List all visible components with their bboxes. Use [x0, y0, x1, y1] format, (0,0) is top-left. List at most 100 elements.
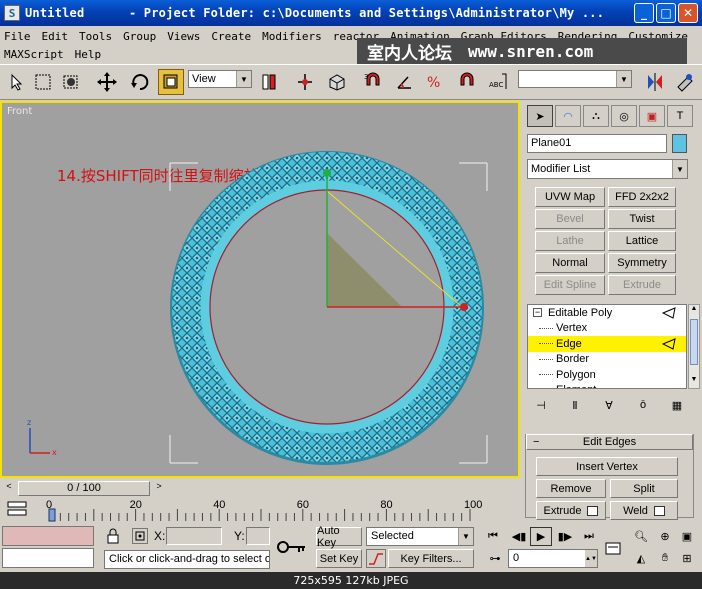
remove-modifier-button[interactable]: ō [631, 396, 655, 414]
extrude-button[interactable]: Extrude [536, 501, 606, 520]
tab-create[interactable]: ➤ [527, 105, 553, 127]
app-icon[interactable]: S [4, 5, 20, 21]
previous-frame-button[interactable]: ◀▮ [508, 527, 530, 546]
maximize-button[interactable]: □ [656, 3, 676, 23]
percent-snap-button[interactable]: % [422, 69, 448, 95]
show-end-result-button[interactable]: Ⅱ [563, 396, 587, 414]
weld-settings-icon[interactable] [653, 505, 665, 516]
snap-3d-button[interactable]: 3 [360, 69, 386, 95]
tab-motion[interactable]: ◎ [611, 105, 637, 127]
modifier-button-lathe[interactable]: Lathe [535, 231, 605, 251]
insert-vertex-button[interactable]: Insert Vertex [536, 457, 678, 476]
keyboard-shortcut-button[interactable] [324, 69, 350, 95]
pin-stack-button[interactable]: ⊣ [529, 396, 553, 414]
menu-file[interactable]: File [4, 30, 31, 43]
select-object-button[interactable] [4, 69, 30, 95]
modifier-button-ffd-2x2x2[interactable]: FFD 2x2x2 [608, 187, 676, 207]
set-key-button[interactable]: Set Key [316, 549, 362, 568]
scroll-thumb[interactable] [690, 319, 698, 365]
weld-button[interactable]: Weld [610, 501, 678, 520]
curve-editor-button[interactable] [6, 499, 28, 519]
stack-item-element[interactable]: Element [528, 383, 686, 388]
move-button[interactable] [94, 69, 120, 95]
menu-modifiers[interactable]: Modifiers [262, 30, 322, 43]
close-button[interactable]: ✕ [678, 3, 698, 23]
object-name-field[interactable]: Plane01 [527, 134, 667, 153]
collapse-icon[interactable]: − [533, 308, 542, 317]
go-to-start-button[interactable]: ⏮ [482, 527, 504, 546]
mirror-button[interactable] [642, 69, 668, 95]
configure-modifier-sets-button[interactable]: ▦ [665, 396, 689, 414]
named-selection-dropdown[interactable]: ▼ [518, 70, 632, 88]
reference-coord-dropdown[interactable]: View ▼ [188, 70, 252, 88]
tab-hierarchy[interactable]: ⛬ [583, 105, 609, 127]
menu-edit[interactable]: Edit [42, 30, 69, 43]
object-color-swatch[interactable] [672, 134, 687, 153]
modifier-stack[interactable]: − Editable Poly Vertex Edge Border Polygon E… [527, 304, 687, 389]
modifier-button-extrude[interactable]: Extrude [608, 275, 676, 295]
modifier-button-twist[interactable]: Twist [608, 209, 676, 229]
modifier-button-edit-spline[interactable]: Edit Spline [535, 275, 605, 295]
scroll-up-icon[interactable]: ▲ [689, 305, 699, 317]
extrude-settings-icon[interactable] [587, 505, 599, 516]
track-bar[interactable]: 0 20 40 60 80 100 [0, 497, 520, 524]
tab-modify[interactable]: ◠ [555, 105, 581, 127]
zoom-extents-button[interactable]: ▣ [676, 527, 698, 546]
scale-button[interactable] [158, 69, 184, 95]
scroll-down-icon[interactable]: ▼ [689, 376, 699, 388]
tab-display[interactable]: ▣ [639, 105, 665, 127]
go-to-end-button[interactable]: ⏭ [578, 527, 600, 546]
auto-key-button[interactable]: Auto Key [316, 525, 362, 549]
absolute-mode-toggle[interactable] [132, 528, 148, 544]
rotate-button[interactable] [126, 69, 152, 95]
menu-maxscript[interactable]: MAXScript [4, 48, 64, 61]
stack-item-editable-poly[interactable]: − Editable Poly [528, 305, 686, 321]
modifier-list-dropdown[interactable]: Modifier List ▼ [527, 159, 688, 179]
modifier-button-uvw-map[interactable]: UVW Map [535, 187, 605, 207]
min-max-toggle-button[interactable]: ⊞ [676, 549, 698, 568]
align-button[interactable] [672, 69, 698, 95]
field-of-view-button[interactable]: ◭ [630, 549, 652, 568]
time-slider[interactable]: 0 / 100 [18, 481, 150, 496]
set-key-mode-button[interactable] [272, 528, 312, 566]
stack-item-polygon[interactable]: Polygon [528, 367, 686, 383]
modifier-button-symmetry[interactable]: Symmetry [608, 253, 676, 273]
pivot-center-button[interactable] [256, 69, 282, 95]
key-filters-button[interactable]: Key Filters... [388, 549, 474, 568]
next-frame-button[interactable]: ▮▶ [554, 527, 576, 546]
y-coord-field[interactable] [246, 527, 270, 545]
menu-group[interactable]: Group [123, 30, 156, 43]
remove-button[interactable]: Remove [536, 479, 606, 498]
time-configuration-button[interactable] [602, 538, 624, 557]
pan-button[interactable]: ✋︎ [654, 549, 676, 568]
stack-item-border[interactable]: Border [528, 352, 686, 368]
menu-tools[interactable]: Tools [79, 30, 112, 43]
minimize-button[interactable]: _ [634, 3, 654, 23]
select-region-button[interactable] [30, 69, 56, 95]
modifier-button-lattice[interactable]: Lattice [608, 231, 676, 251]
menu-views[interactable]: Views [167, 30, 200, 43]
zoom-button[interactable]: 🔍︎ [630, 527, 652, 546]
zoom-all-button[interactable]: ⊕ [654, 527, 676, 546]
default-tangent-button[interactable] [366, 549, 386, 568]
tab-utilities[interactable]: T [667, 105, 693, 127]
select-manipulate-button[interactable] [292, 69, 318, 95]
x-coord-field[interactable] [166, 527, 222, 545]
menu-create[interactable]: Create [211, 30, 251, 43]
split-button[interactable]: Split [610, 479, 678, 498]
modifier-button-bevel[interactable]: Bevel [535, 209, 605, 229]
maxscript-input-mini[interactable] [2, 548, 94, 568]
prev-frame-arrow[interactable]: < [2, 481, 16, 496]
edit-edges-header[interactable]: − Edit Edges [526, 434, 693, 450]
edit-named-selection-button[interactable]: ABC [486, 69, 512, 95]
play-button[interactable]: ▶ [530, 527, 552, 546]
key-mode-toggle[interactable]: ⊶ [484, 549, 506, 568]
maxscript-listener-mini[interactable] [2, 526, 94, 546]
modifier-button-normal[interactable]: Normal [535, 253, 605, 273]
spinner-icon[interactable]: ▲▼ [585, 550, 597, 567]
stack-scrollbar[interactable]: ▲ ▼ [688, 304, 700, 389]
front-viewport[interactable]: Front 14.按SHIFT同时往里复制缩放 z x [0, 101, 520, 478]
selection-set-dropdown[interactable]: Selected ▼ [366, 527, 474, 546]
make-unique-button[interactable]: ∀ [597, 396, 621, 414]
window-crossing-button[interactable] [58, 69, 84, 95]
